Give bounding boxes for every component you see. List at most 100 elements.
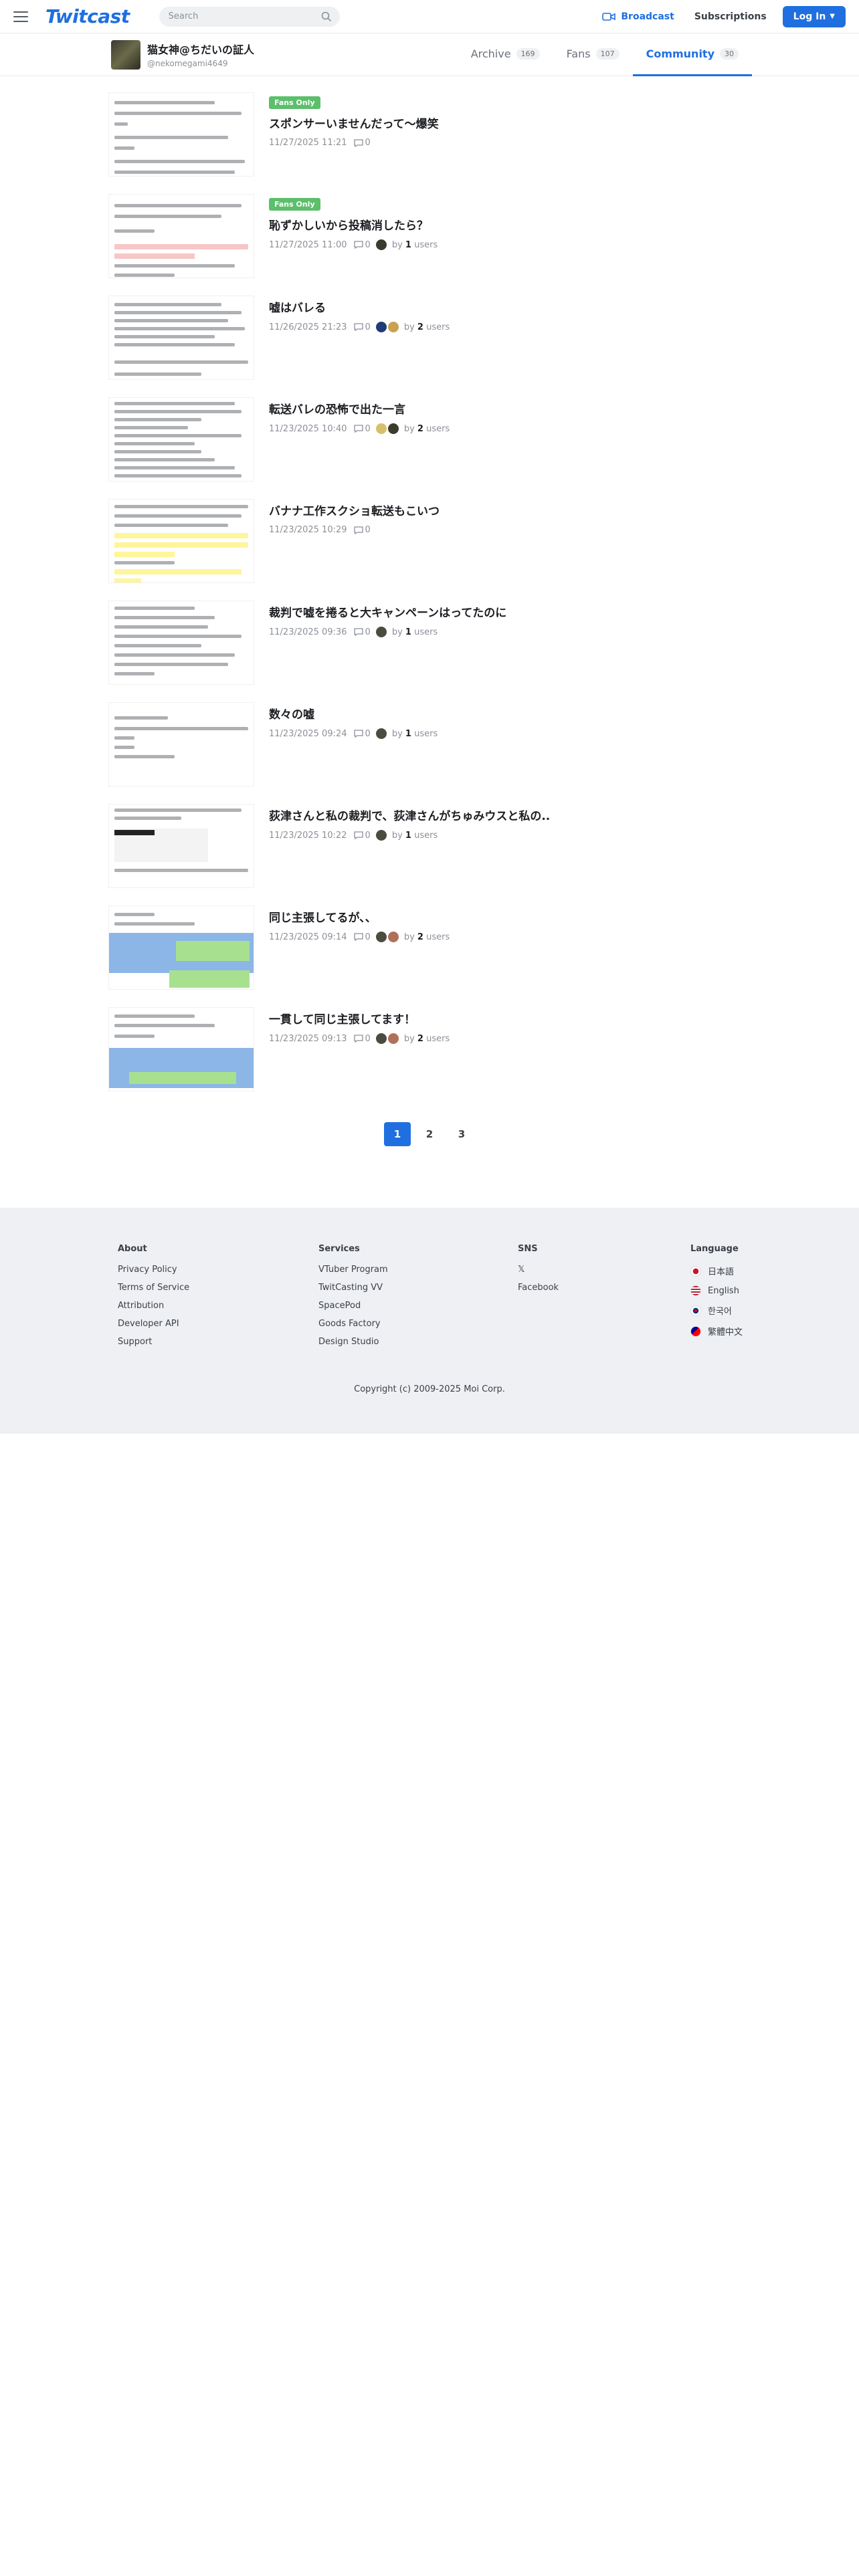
list-item[interactable]: 嘘はバレる 11/26/2025 21:23 0 by 2 users: [108, 296, 751, 397]
users-count: by 2 users: [403, 1033, 450, 1044]
comment-icon: [353, 241, 363, 249]
user-avatar[interactable]: [375, 1033, 387, 1044]
post-thumbnail[interactable]: [108, 601, 254, 685]
user-avatar[interactable]: [387, 932, 399, 942]
tab-community[interactable]: Community 30: [632, 33, 752, 76]
list-item[interactable]: 荻津さんと私の裁判で、荻津さんがちゅみウスと私の.. 11/23/2025 10…: [108, 804, 751, 905]
page-button[interactable]: 1: [384, 1122, 411, 1146]
user-avatar[interactable]: [375, 322, 387, 332]
footer-heading: Services: [318, 1244, 360, 1254]
post-title[interactable]: 転送バレの恐怖で出た一言: [269, 400, 450, 417]
x-link[interactable]: 𝕏: [518, 1265, 690, 1275]
post-title[interactable]: 裁判で嘘を捲ると大キャンペーンはってたのに: [269, 603, 506, 620]
user-avatar[interactable]: [375, 627, 387, 637]
post-title[interactable]: バナナ工作スクショ転送もこいつ: [269, 502, 440, 518]
subscriptions-link[interactable]: Subscriptions: [694, 11, 767, 22]
post-title[interactable]: スポンサーいませんだって〜爆笑: [269, 114, 439, 131]
post-thumbnail[interactable]: [108, 1007, 254, 1091]
user-avatar[interactable]: [387, 423, 399, 434]
language-option-ja[interactable]: 日本語: [690, 1265, 743, 1277]
post-title[interactable]: 数々の嘘: [269, 705, 438, 722]
footer-link[interactable]: Design Studio: [318, 1337, 518, 1347]
footer-link[interactable]: SpacePod: [318, 1301, 518, 1311]
comment-count: 0: [365, 932, 371, 942]
broadcast-label: Broadcast: [621, 11, 674, 22]
avatar[interactable]: [111, 39, 140, 70]
facebook-link[interactable]: Facebook: [518, 1283, 690, 1293]
user-avatar[interactable]: [387, 1033, 399, 1044]
user-avatar[interactable]: [375, 423, 387, 434]
search-input[interactable]: [168, 11, 321, 21]
post-thumbnail[interactable]: [108, 499, 254, 583]
user-avatar[interactable]: [375, 830, 387, 841]
top-bar: Twitcast Broadcast Subscriptions Log In …: [0, 0, 859, 33]
list-item[interactable]: 裁判で嘘を捲ると大キャンペーンはってたのに 11/23/2025 09:36 0…: [108, 601, 751, 702]
comment-count: 0: [365, 138, 371, 148]
post-title[interactable]: 同じ主張してるが、、: [269, 908, 450, 925]
page-button[interactable]: 3: [448, 1122, 475, 1146]
login-button[interactable]: Log In ▼: [782, 5, 846, 27]
post-thumbnail[interactable]: [108, 905, 254, 990]
post-title[interactable]: 嘘はバレる: [269, 298, 450, 315]
footer-link[interactable]: Support: [118, 1337, 318, 1347]
footer-link[interactable]: Privacy Policy: [118, 1265, 318, 1275]
list-item[interactable]: バナナ工作スクショ転送もこいつ 11/23/2025 10:29 0: [108, 499, 751, 601]
users-count: by 1 users: [391, 728, 438, 739]
post-date: 11/23/2025 10:29: [269, 525, 347, 535]
user-avatar[interactable]: [375, 728, 387, 739]
twitcast-logo[interactable]: Twitcast: [45, 5, 130, 27]
post-thumbnail[interactable]: [108, 804, 254, 888]
page-button[interactable]: 2: [416, 1122, 443, 1146]
user-avatar[interactable]: [387, 322, 399, 332]
tab-fans[interactable]: Fans 107: [553, 33, 633, 76]
list-item[interactable]: 数々の嘘 11/23/2025 09:24 0 by 1 users: [108, 702, 751, 804]
list-item[interactable]: 同じ主張してるが、、 11/23/2025 09:14 0 by 2 users: [108, 905, 751, 1007]
footer-link[interactable]: VTuber Program: [318, 1265, 518, 1275]
comment-count: 0: [365, 1033, 371, 1044]
post-thumbnail[interactable]: [108, 194, 254, 278]
fans-only-badge: Fans Only: [269, 198, 320, 211]
search-icon[interactable]: [321, 11, 332, 22]
japan-flag-icon: [690, 1265, 701, 1277]
menu-icon[interactable]: [13, 11, 28, 22]
list-item[interactable]: 一貫して同じ主張してます！ 11/23/2025 09:13 0 by 2 us…: [108, 1007, 751, 1109]
profile-name[interactable]: 猫女神@ちだいの証人: [147, 41, 254, 57]
comment-count: 0: [365, 830, 371, 841]
post-thumbnail[interactable]: [108, 92, 254, 177]
post-thumbnail[interactable]: [108, 702, 254, 786]
language-option-en[interactable]: English: [690, 1285, 743, 1296]
post-title[interactable]: 恥ずかしいから投稿消したら？: [269, 216, 438, 233]
footer-heading: SNS: [518, 1244, 538, 1254]
users-count: by 1 users: [391, 830, 438, 841]
footer-heading: About: [118, 1244, 147, 1254]
comment-count: 0: [365, 525, 371, 535]
list-item[interactable]: 転送バレの恐怖で出た一言 11/23/2025 10:40 0 by 2 use…: [108, 397, 751, 499]
language-option-ko[interactable]: 한국어: [690, 1304, 743, 1317]
tab-archive[interactable]: Archive 169: [458, 33, 553, 76]
footer-link[interactable]: Goods Factory: [318, 1319, 518, 1329]
profile-bar: 猫女神@ちだいの証人 @nekomegami4649 Archive 169 Fa…: [0, 33, 859, 76]
comment-count: 0: [365, 423, 371, 434]
list-item[interactable]: Fans Only 恥ずかしいから投稿消したら？ 11/27/2025 11:0…: [108, 194, 751, 296]
post-date: 11/27/2025 11:21: [269, 138, 347, 148]
footer-link[interactable]: TwitCasting VV: [318, 1283, 518, 1293]
post-thumbnail[interactable]: [108, 397, 254, 481]
search-box[interactable]: [159, 6, 340, 27]
footer-link[interactable]: Attribution: [118, 1301, 318, 1311]
community-post-list: Fans Only スポンサーいませんだって〜爆笑 11/27/2025 11:…: [108, 76, 751, 1146]
language-option-zh-tw[interactable]: 繁體中文: [690, 1325, 743, 1337]
footer-link[interactable]: Terms of Service: [118, 1283, 318, 1293]
pagination: 1 2 3: [108, 1122, 751, 1146]
post-title[interactable]: 一貫して同じ主張してます！: [269, 1010, 450, 1027]
list-item[interactable]: Fans Only スポンサーいませんだって〜爆笑 11/27/2025 11:…: [108, 92, 751, 194]
chevron-down-icon: ▼: [830, 13, 835, 20]
users-count: by 2 users: [403, 322, 450, 332]
user-avatar[interactable]: [375, 932, 387, 942]
user-avatar[interactable]: [375, 239, 387, 250]
footer-link[interactable]: Developer API: [118, 1319, 318, 1329]
us-flag-icon: [690, 1285, 701, 1296]
post-title[interactable]: 荻津さんと私の裁判で、荻津さんがちゅみウスと私の..: [269, 807, 550, 823]
broadcast-button[interactable]: Broadcast: [602, 11, 674, 22]
post-thumbnail[interactable]: [108, 296, 254, 380]
users-count: by 2 users: [403, 932, 450, 942]
